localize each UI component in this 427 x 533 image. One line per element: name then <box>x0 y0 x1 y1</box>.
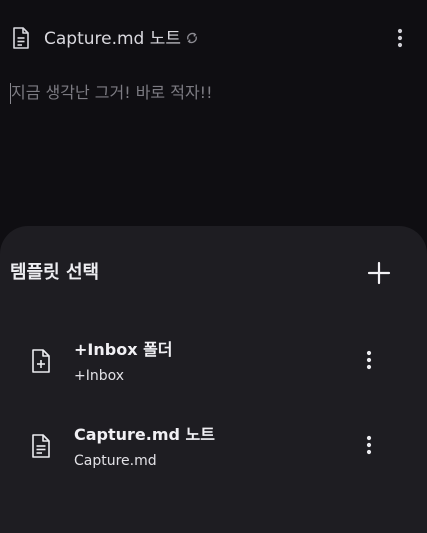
sync-icon[interactable] <box>185 31 199 45</box>
template-subtitle: +Inbox <box>74 368 125 384</box>
template-name: Capture.md 노트 <box>74 425 215 444</box>
file-lines-icon <box>32 434 50 458</box>
template-item-inbox[interactable]: +Inbox 폴더 +Inbox <box>0 334 427 390</box>
input-placeholder: 지금 생각난 그거! 바로 적자!! <box>11 83 213 102</box>
template-name: +Inbox 폴더 <box>74 340 173 359</box>
file-plus-icon <box>32 349 50 373</box>
more-options-button[interactable] <box>388 26 412 50</box>
capture-screen: Capture.md 노트 지금 생각난 그거! 바로 적자!! 템플릿 선택 <box>0 0 427 533</box>
page-title[interactable]: Capture.md 노트 <box>44 29 181 49</box>
template-picker-sheet: 템플릿 선택 +Inbox 폴더 +Inbox Capture.md 노트 Ca… <box>0 226 427 533</box>
sheet-title: 템플릿 선택 <box>10 262 100 283</box>
top-bar: Capture.md 노트 <box>0 0 427 76</box>
file-lines-icon <box>13 27 29 49</box>
template-more-button[interactable] <box>357 433 381 457</box>
template-more-button[interactable] <box>357 348 381 372</box>
template-subtitle: Capture.md <box>74 453 157 469</box>
capture-text-input[interactable]: 지금 생각난 그거! 바로 적자!! <box>10 82 410 106</box>
template-item-capture[interactable]: Capture.md 노트 Capture.md <box>0 419 427 475</box>
add-template-button[interactable] <box>364 258 394 288</box>
